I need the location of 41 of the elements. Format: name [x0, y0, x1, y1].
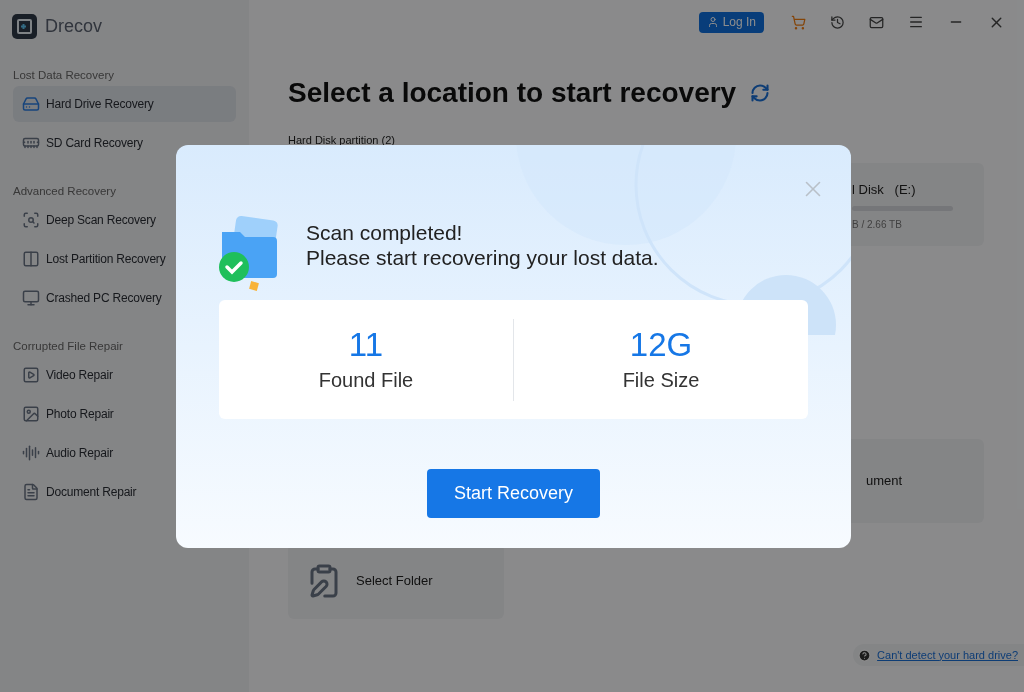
stat-label: File Size	[622, 367, 700, 393]
mail-icon[interactable]	[869, 14, 884, 30]
audio-icon	[22, 444, 40, 462]
partition-icon	[22, 250, 40, 268]
sidebar-item[interactable]: Hard Drive Recovery	[13, 86, 236, 122]
section-title: Lost Data Recovery	[12, 68, 115, 83]
sidebar-item[interactable]: Photo Repair	[13, 396, 236, 432]
section-title: Corrupted File Repair	[12, 339, 124, 354]
photo-icon	[22, 405, 40, 423]
disk-name: l Disk (E:)	[852, 180, 917, 199]
hard-drive-icon	[22, 95, 40, 113]
monitor-icon	[22, 289, 40, 307]
sidebar-item[interactable]: Audio Repair	[13, 435, 236, 471]
user-icon	[706, 16, 719, 28]
start-recovery-button[interactable]: Start Recovery	[427, 469, 600, 518]
app-logo-icon	[12, 14, 37, 39]
stat-value: 12G	[629, 324, 693, 365]
history-icon[interactable]	[830, 14, 845, 30]
stat-value: 11	[348, 324, 384, 365]
app-name: Drecov	[45, 15, 102, 38]
sidebar-item[interactable]: SD Card Recovery	[13, 125, 236, 161]
page-title: Select a location to start recovery	[288, 76, 737, 110]
disk-usage: B / 2.66 TB	[852, 218, 903, 232]
sidebar-item[interactable]: Document Repair	[13, 474, 236, 510]
sidebar-item[interactable]: Crashed PC Recovery	[13, 280, 236, 316]
section-title: Advanced Recovery	[12, 184, 117, 199]
document-icon	[22, 483, 40, 501]
dialog-message: Please start recovering your lost data.	[306, 245, 659, 270]
card-label: ument	[866, 471, 903, 490]
stat-label: Found File	[318, 367, 414, 393]
menu-icon[interactable]	[908, 14, 924, 30]
help-link[interactable]: Can't detect your hard drive?	[877, 646, 1018, 664]
sidebar-item[interactable]: Video Repair	[13, 357, 236, 393]
help-icon	[858, 648, 872, 662]
video-icon	[22, 366, 40, 384]
scan-icon	[22, 211, 40, 229]
login-button[interactable]: Log In	[698, 11, 764, 33]
sidebar-item[interactable]: Lost Partition Recovery	[13, 241, 236, 277]
dialog-message: Scan completed!	[306, 220, 464, 245]
sidebar-item[interactable]: Deep Scan Recovery	[13, 202, 236, 238]
refresh-icon[interactable]	[750, 83, 771, 103]
